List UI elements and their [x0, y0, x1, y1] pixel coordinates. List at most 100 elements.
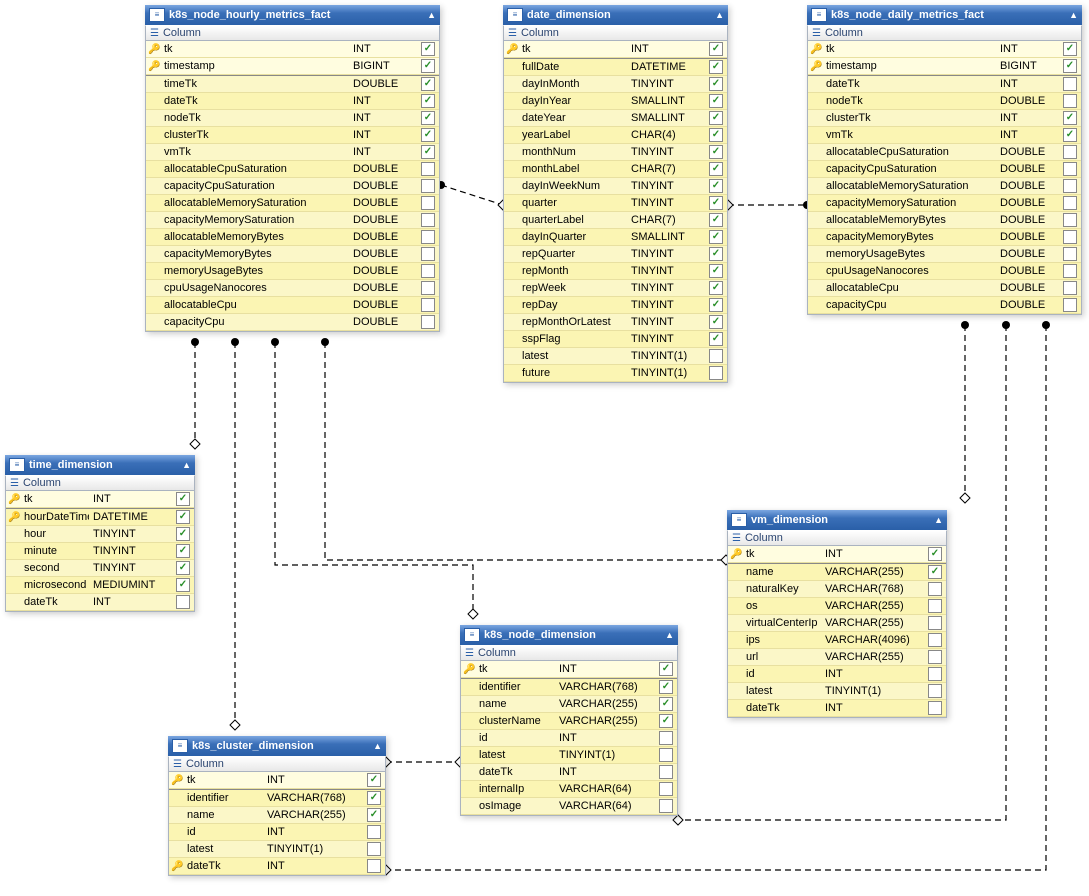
- nullable-checkbox[interactable]: [367, 842, 381, 856]
- nullable-checkbox[interactable]: [659, 799, 673, 813]
- column-row[interactable]: virtualCenterIpVARCHAR(255): [728, 615, 946, 632]
- column-row[interactable]: nodeTkDOUBLE: [808, 93, 1081, 110]
- column-row[interactable]: microsecondMEDIUMINT: [6, 577, 194, 594]
- table-header[interactable]: time_dimension▲: [5, 455, 195, 475]
- nullable-checkbox[interactable]: [709, 196, 723, 210]
- section-header[interactable]: ☰Column: [503, 25, 728, 41]
- collapse-icon[interactable]: ▲: [715, 10, 724, 20]
- nullable-checkbox[interactable]: [928, 684, 942, 698]
- column-row[interactable]: minuteTINYINT: [6, 543, 194, 560]
- column-row[interactable]: naturalKeyVARCHAR(768): [728, 581, 946, 598]
- column-row[interactable]: yearLabelCHAR(4): [504, 127, 727, 144]
- collapse-icon[interactable]: ▲: [373, 741, 382, 751]
- column-row[interactable]: allocatableMemorySaturationDOUBLE: [146, 195, 439, 212]
- nullable-checkbox[interactable]: [176, 510, 190, 524]
- table-header[interactable]: date_dimension▲: [503, 5, 728, 25]
- column-row[interactable]: urlVARCHAR(255): [728, 649, 946, 666]
- nullable-checkbox[interactable]: [1063, 298, 1077, 312]
- column-row[interactable]: 🔑tkINT: [169, 772, 385, 789]
- column-row[interactable]: capacityCpuSaturationDOUBLE: [808, 161, 1081, 178]
- nullable-checkbox[interactable]: [928, 547, 942, 561]
- nullable-checkbox[interactable]: [1063, 179, 1077, 193]
- table-header[interactable]: k8s_node_hourly_metrics_fact▲: [145, 5, 440, 25]
- column-row[interactable]: dateYearSMALLINT: [504, 110, 727, 127]
- nullable-checkbox[interactable]: [1063, 230, 1077, 244]
- nullable-checkbox[interactable]: [1063, 213, 1077, 227]
- nullable-checkbox[interactable]: [659, 714, 673, 728]
- nullable-checkbox[interactable]: [709, 77, 723, 91]
- nullable-checkbox[interactable]: [176, 527, 190, 541]
- nullable-checkbox[interactable]: [421, 247, 435, 261]
- section-header[interactable]: ☰Column: [5, 475, 195, 491]
- column-row[interactable]: clusterTkINT: [146, 127, 439, 144]
- nullable-checkbox[interactable]: [421, 230, 435, 244]
- nullable-checkbox[interactable]: [709, 230, 723, 244]
- nullable-checkbox[interactable]: [709, 315, 723, 329]
- column-row[interactable]: memoryUsageBytesDOUBLE: [808, 246, 1081, 263]
- nullable-checkbox[interactable]: [421, 162, 435, 176]
- column-row[interactable]: nameVARCHAR(255): [461, 696, 677, 713]
- column-row[interactable]: monthLabelCHAR(7): [504, 161, 727, 178]
- nullable-checkbox[interactable]: [709, 162, 723, 176]
- nullable-checkbox[interactable]: [928, 650, 942, 664]
- column-row[interactable]: 🔑tkINT: [461, 661, 677, 678]
- nullable-checkbox[interactable]: [421, 145, 435, 159]
- column-row[interactable]: dayInMonthTINYINT: [504, 76, 727, 93]
- column-row[interactable]: capacityMemoryBytesDOUBLE: [808, 229, 1081, 246]
- column-row[interactable]: capacityMemoryBytesDOUBLE: [146, 246, 439, 263]
- column-row[interactable]: idINT: [461, 730, 677, 747]
- column-row[interactable]: futureTINYINT(1): [504, 365, 727, 382]
- column-row[interactable]: memoryUsageBytesDOUBLE: [146, 263, 439, 280]
- nullable-checkbox[interactable]: [928, 701, 942, 715]
- nullable-checkbox[interactable]: [367, 859, 381, 873]
- column-row[interactable]: vmTkINT: [808, 127, 1081, 144]
- nullable-checkbox[interactable]: [367, 825, 381, 839]
- nullable-checkbox[interactable]: [659, 765, 673, 779]
- column-row[interactable]: 🔑tkINT: [146, 41, 439, 58]
- nullable-checkbox[interactable]: [1063, 264, 1077, 278]
- nullable-checkbox[interactable]: [709, 213, 723, 227]
- column-row[interactable]: capacityCpuSaturationDOUBLE: [146, 178, 439, 195]
- column-row[interactable]: 🔑tkINT: [6, 491, 194, 508]
- nullable-checkbox[interactable]: [928, 582, 942, 596]
- nullable-checkbox[interactable]: [1063, 281, 1077, 295]
- column-row[interactable]: fullDateDATETIME: [504, 59, 727, 76]
- column-row[interactable]: capacityMemorySaturationDOUBLE: [146, 212, 439, 229]
- column-row[interactable]: dayInWeekNumTINYINT: [504, 178, 727, 195]
- nullable-checkbox[interactable]: [421, 59, 435, 73]
- nullable-checkbox[interactable]: [421, 128, 435, 142]
- nullable-checkbox[interactable]: [1063, 77, 1077, 91]
- nullable-checkbox[interactable]: [421, 264, 435, 278]
- table-header[interactable]: vm_dimension▲: [727, 510, 947, 530]
- column-row[interactable]: allocatableMemoryBytesDOUBLE: [146, 229, 439, 246]
- column-row[interactable]: 🔑tkINT: [504, 41, 727, 58]
- nullable-checkbox[interactable]: [709, 349, 723, 363]
- section-header[interactable]: ☰Column: [168, 756, 386, 772]
- table-header[interactable]: k8s_cluster_dimension▲: [168, 736, 386, 756]
- column-row[interactable]: monthNumTINYINT: [504, 144, 727, 161]
- nullable-checkbox[interactable]: [709, 298, 723, 312]
- column-row[interactable]: dateTkINT: [461, 764, 677, 781]
- nullable-checkbox[interactable]: [421, 196, 435, 210]
- nullable-checkbox[interactable]: [709, 264, 723, 278]
- nullable-checkbox[interactable]: [1063, 196, 1077, 210]
- column-row[interactable]: allocatableCpuDOUBLE: [808, 280, 1081, 297]
- column-row[interactable]: dayInQuarterSMALLINT: [504, 229, 727, 246]
- column-row[interactable]: osImageVARCHAR(64): [461, 798, 677, 815]
- collapse-icon[interactable]: ▲: [665, 630, 674, 640]
- column-row[interactable]: allocatableCpuDOUBLE: [146, 297, 439, 314]
- column-row[interactable]: 🔑timestampBIGINT: [808, 58, 1081, 75]
- nullable-checkbox[interactable]: [709, 281, 723, 295]
- nullable-checkbox[interactable]: [709, 42, 723, 56]
- column-row[interactable]: timeTkDOUBLE: [146, 76, 439, 93]
- nullable-checkbox[interactable]: [659, 748, 673, 762]
- column-row[interactable]: osVARCHAR(255): [728, 598, 946, 615]
- nullable-checkbox[interactable]: [1063, 59, 1077, 73]
- column-row[interactable]: capacityCpuDOUBLE: [146, 314, 439, 331]
- nullable-checkbox[interactable]: [709, 332, 723, 346]
- column-row[interactable]: latestTINYINT(1): [728, 683, 946, 700]
- nullable-checkbox[interactable]: [421, 281, 435, 295]
- collapse-icon[interactable]: ▲: [934, 515, 943, 525]
- nullable-checkbox[interactable]: [928, 599, 942, 613]
- column-row[interactable]: repQuarterTINYINT: [504, 246, 727, 263]
